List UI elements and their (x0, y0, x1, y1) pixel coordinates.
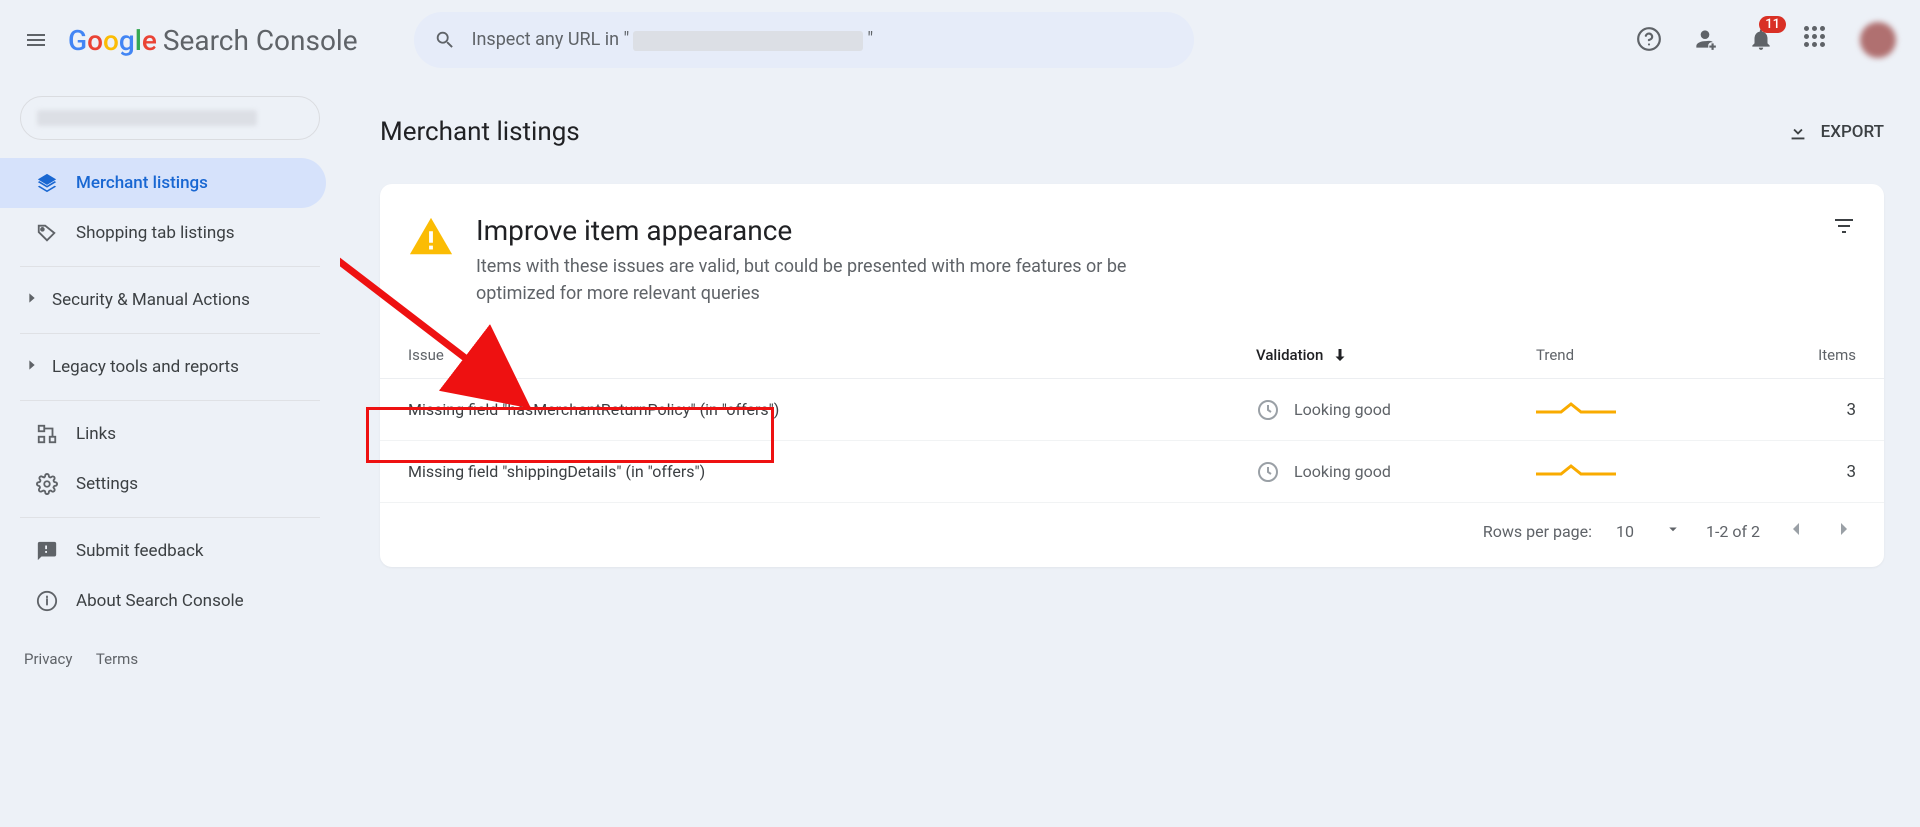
sidebar-footer: Privacy Terms (0, 626, 340, 692)
gear-icon (36, 473, 58, 495)
sidebar-group-label: Legacy tools and reports (52, 357, 239, 377)
layers-icon (36, 172, 58, 194)
property-selector[interactable] (20, 96, 320, 140)
sidebar-group-label: Security & Manual Actions (52, 290, 250, 310)
tag-icon (36, 222, 58, 244)
sidebar-item-merchant-listings[interactable]: Merchant listings (0, 158, 326, 208)
download-icon (1787, 121, 1809, 143)
apps-icon[interactable] (1804, 26, 1832, 54)
prev-page-button[interactable] (1784, 517, 1808, 545)
header-actions: 11 (1636, 22, 1896, 58)
sidebar-item-settings[interactable]: Settings (0, 459, 326, 509)
feedback-icon (36, 540, 58, 562)
avatar[interactable] (1860, 22, 1896, 58)
card-heading: Improve item appearance (476, 214, 1196, 247)
trend-cell (1536, 398, 1736, 422)
terms-link[interactable]: Terms (96, 650, 138, 668)
next-page-button[interactable] (1832, 517, 1856, 545)
rows-per-page-select[interactable]: 10 (1616, 520, 1682, 542)
sidebar-item-label: Merchant listings (76, 173, 208, 193)
table-header: Issue Validation Trend Items (380, 331, 1884, 379)
search-input[interactable]: Inspect any URL in "" (414, 12, 1194, 68)
items-cell: 3 (1736, 400, 1856, 420)
issues-card: Improve item appearance Items with these… (380, 184, 1884, 567)
help-icon[interactable] (1636, 26, 1664, 54)
chevron-right-icon (24, 290, 42, 311)
sidebar-item-label: About Search Console (76, 591, 244, 611)
col-items: Items (1736, 346, 1856, 364)
redacted-property-name-icon (37, 110, 257, 126)
sparkline-icon (1536, 460, 1616, 480)
chevron-down-icon (1664, 520, 1682, 542)
header: Google Search Console Inspect any URL in… (0, 0, 1920, 80)
rows-per-page-label: Rows per page: (1483, 522, 1592, 541)
links-icon (36, 423, 58, 445)
export-button[interactable]: EXPORT (1787, 121, 1884, 143)
pagination: Rows per page: 10 1-2 of 2 (380, 503, 1884, 559)
sidebar-group-security[interactable]: Security & Manual Actions (0, 275, 340, 325)
sidebar-item-about[interactable]: About Search Console (0, 576, 326, 626)
sidebar-item-shopping-tab-listings[interactable]: Shopping tab listings (0, 208, 326, 258)
chevron-right-icon (24, 357, 42, 378)
main-content: Merchant listings EXPORT Improve item ap… (340, 80, 1920, 827)
page-title: Merchant listings (380, 117, 580, 147)
page-range: 1-2 of 2 (1706, 522, 1760, 541)
clock-icon (1256, 398, 1280, 422)
logo-subtitle: Search Console (163, 24, 358, 57)
search-icon (434, 29, 456, 51)
export-label: EXPORT (1821, 122, 1884, 142)
sparkline-icon (1536, 398, 1616, 418)
issue-cell: Missing field "hasMerchantReturnPolicy" … (408, 400, 1256, 419)
logo[interactable]: Google Search Console (68, 24, 358, 57)
issue-cell: Missing field "shippingDetails" (in "off… (408, 462, 1256, 481)
filter-icon[interactable] (1832, 214, 1856, 242)
sidebar-item-links[interactable]: Links (0, 409, 326, 459)
col-validation[interactable]: Validation (1256, 346, 1536, 364)
sidebar-item-label: Submit feedback (76, 541, 203, 561)
card-description: Items with these issues are valid, but c… (476, 253, 1196, 307)
sidebar: Merchant listings Shopping tab listings … (0, 80, 340, 827)
table-row[interactable]: Missing field "hasMerchantReturnPolicy" … (380, 379, 1884, 441)
notifications-icon[interactable]: 11 (1748, 26, 1776, 54)
table-row[interactable]: Missing field "shippingDetails" (in "off… (380, 441, 1884, 503)
sort-arrow-down-icon (1331, 346, 1349, 364)
validation-cell: Looking good (1256, 398, 1536, 422)
redacted-property-icon (633, 31, 863, 51)
info-icon (36, 590, 58, 612)
sidebar-item-label: Links (76, 424, 116, 444)
sidebar-item-label: Shopping tab listings (76, 223, 235, 243)
accounts-icon[interactable] (1692, 26, 1720, 54)
items-cell: 3 (1736, 462, 1856, 482)
sidebar-item-submit-feedback[interactable]: Submit feedback (0, 526, 326, 576)
privacy-link[interactable]: Privacy (24, 650, 72, 668)
sidebar-item-label: Settings (76, 474, 138, 494)
trend-cell (1536, 460, 1736, 484)
col-trend: Trend (1536, 346, 1736, 364)
validation-cell: Looking good (1256, 460, 1536, 484)
sidebar-group-legacy[interactable]: Legacy tools and reports (0, 342, 340, 392)
col-issue: Issue (408, 346, 1256, 364)
notification-badge: 11 (1759, 16, 1786, 33)
search-placeholder: Inspect any URL in "" (472, 29, 874, 50)
warning-icon (408, 214, 454, 260)
menu-icon[interactable] (24, 28, 48, 52)
clock-icon (1256, 460, 1280, 484)
